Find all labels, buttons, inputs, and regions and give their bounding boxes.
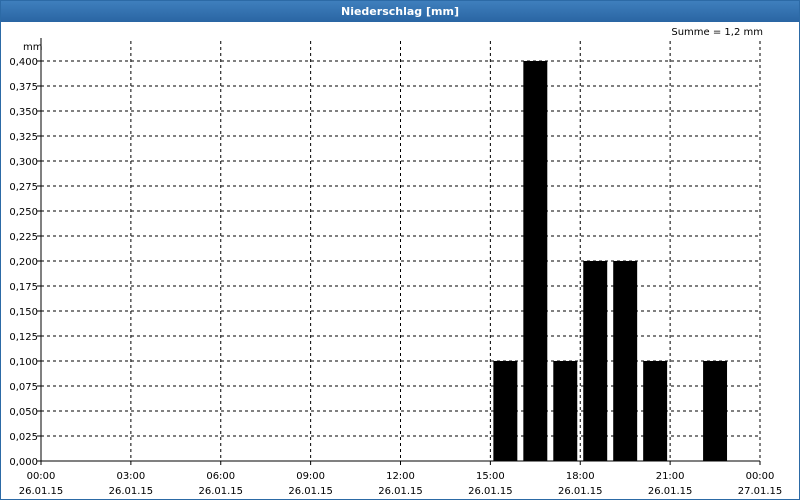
y-tick-label: 0,025 <box>9 432 38 443</box>
bar <box>613 261 638 461</box>
x-tick-date: 26.01.15 <box>378 486 423 497</box>
y-tick-label: 0,325 <box>9 132 38 143</box>
y-tick-label: 0,100 <box>9 357 38 368</box>
y-tick-label: 0,375 <box>9 82 38 93</box>
bar <box>553 361 578 461</box>
y-tick-label: 0,275 <box>9 182 38 193</box>
y-tick-label: 0,250 <box>9 207 38 218</box>
bar <box>643 361 668 461</box>
bar <box>493 361 518 461</box>
bar <box>703 361 728 461</box>
x-tick-time: 21:00 <box>656 471 685 482</box>
x-tick-date: 26.01.15 <box>198 486 243 497</box>
x-tick-time: 00:00 <box>27 471 56 482</box>
y-tick-label: 0,000 <box>9 457 38 468</box>
x-tick-labels: 00:00 26.01.15 03:00 26.01.15 06:00 26.01.15 0… <box>19 471 783 497</box>
x-tick-date: 26.01.15 <box>648 486 693 497</box>
y-tick-labels: 0,000 0,025 0,050 0,075 0,100 0,125 0,150 0,175… <box>9 57 38 468</box>
y-tick-label: 0,175 <box>9 282 38 293</box>
x-tick-time: 15:00 <box>476 471 505 482</box>
y-tick-label: 0,350 <box>9 107 38 118</box>
y-tick-label: 0,125 <box>9 332 38 343</box>
bar <box>583 261 608 461</box>
y-tick-label: 0,150 <box>9 307 38 318</box>
x-tick-time: 06:00 <box>206 471 235 482</box>
y-tick-label: 0,200 <box>9 257 38 268</box>
y-tick-label: 0,050 <box>9 407 38 418</box>
x-tick-date: 26.01.15 <box>19 486 64 497</box>
x-tick-date: 26.01.15 <box>468 486 513 497</box>
x-tick-time: 09:00 <box>296 471 325 482</box>
y-tick-label: 0,400 <box>9 57 38 68</box>
x-tick-date: 26.01.15 <box>109 486 154 497</box>
y-tick-label: 0,225 <box>9 232 38 243</box>
x-tick-date: 27.01.15 <box>738 486 783 497</box>
x-tick-date: 26.01.15 <box>288 486 333 497</box>
x-tick-time: 18:00 <box>566 471 595 482</box>
y-tick-label: 0,075 <box>9 382 38 393</box>
x-tick-date: 26.01.15 <box>558 486 603 497</box>
x-tick-time: 03:00 <box>116 471 145 482</box>
bar <box>523 61 548 461</box>
x-tick-time: 12:00 <box>386 471 415 482</box>
x-tick-time: 00:00 <box>746 471 775 482</box>
y-tick-label: 0,300 <box>9 157 38 168</box>
chart-plot: 0,000 0,025 0,050 0,075 0,100 0,125 0,150 0,175… <box>9 38 783 497</box>
